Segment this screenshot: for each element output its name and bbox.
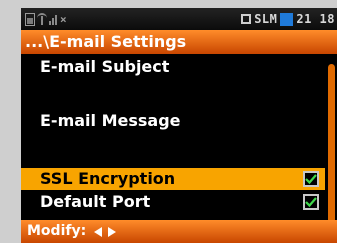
checkmark-icon <box>305 197 317 208</box>
checkmark-icon <box>305 174 317 185</box>
signal-mark: × <box>60 12 67 26</box>
arrow-left-icon <box>94 226 103 237</box>
status-icons-left: × <box>25 12 67 26</box>
hint-bar: Modify: <box>21 220 337 243</box>
mode-indicator-icon <box>241 14 252 24</box>
menu-item-ssl-encryption[interactable]: SSL Encryption <box>21 168 325 190</box>
device-screen: × SLM 21 18 ...\E-mail Settings E-mail S… <box>21 8 337 243</box>
menu-item-email-message[interactable]: E-mail Message <box>21 110 325 132</box>
antenna-icon <box>37 13 47 25</box>
status-bar: × SLM 21 18 <box>21 8 337 30</box>
menu-item-email-subject[interactable]: E-mail Subject <box>21 56 325 78</box>
arrow-right-icon <box>108 226 117 237</box>
page-title: ...\E-mail Settings <box>21 30 337 54</box>
menu-item-label: Default Port <box>40 192 151 211</box>
status-icons-right: SLM 21 18 <box>241 11 335 27</box>
scrollbar[interactable] <box>327 58 337 234</box>
scroll-thumb[interactable] <box>328 64 335 234</box>
menu-item-label: E-mail Subject <box>40 57 170 76</box>
clock: 21 18 <box>296 12 335 26</box>
menu-item-label: SSL Encryption <box>40 169 176 188</box>
signal-icon <box>49 13 57 25</box>
modify-hint-label: Modify: <box>27 223 87 239</box>
default-port-checkbox[interactable] <box>303 194 319 210</box>
battery-icon <box>25 12 35 26</box>
menu-item-label: E-mail Message <box>40 111 181 130</box>
mode-label: SLM <box>254 12 278 26</box>
ssl-encryption-checkbox[interactable] <box>303 171 319 187</box>
record-indicator-icon <box>280 12 294 26</box>
menu-item-default-port[interactable]: Default Port <box>21 191 325 213</box>
